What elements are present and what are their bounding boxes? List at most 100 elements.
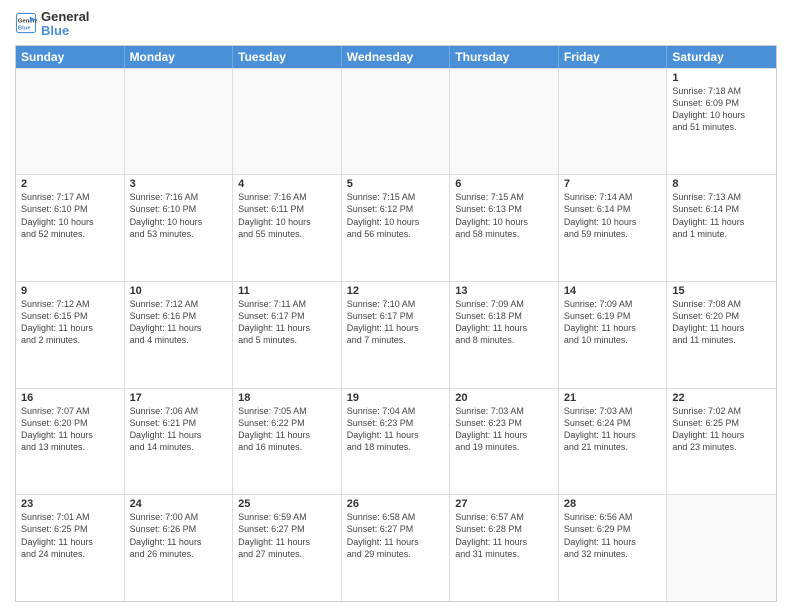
calendar-cell-empty xyxy=(125,69,234,175)
calendar-row-3: 16Sunrise: 7:07 AM Sunset: 6:20 PM Dayli… xyxy=(16,388,776,495)
calendar-cell-day-21: 21Sunrise: 7:03 AM Sunset: 6:24 PM Dayli… xyxy=(559,389,668,495)
day-number: 23 xyxy=(21,498,119,510)
day-number: 9 xyxy=(21,285,119,297)
calendar-cell-empty xyxy=(233,69,342,175)
calendar-cell-day-24: 24Sunrise: 7:00 AM Sunset: 6:26 PM Dayli… xyxy=(125,495,234,601)
day-number: 24 xyxy=(130,498,228,510)
header: General Blue General Blue xyxy=(15,10,777,39)
calendar-cell-day-1: 1Sunrise: 7:18 AM Sunset: 6:09 PM Daylig… xyxy=(667,69,776,175)
calendar-cell-day-23: 23Sunrise: 7:01 AM Sunset: 6:25 PM Dayli… xyxy=(16,495,125,601)
day-info: Sunrise: 7:12 AM Sunset: 6:16 PM Dayligh… xyxy=(130,298,228,347)
calendar-cell-day-12: 12Sunrise: 7:10 AM Sunset: 6:17 PM Dayli… xyxy=(342,282,451,388)
day-number: 25 xyxy=(238,498,336,510)
day-number: 18 xyxy=(238,392,336,404)
day-info: Sunrise: 7:02 AM Sunset: 6:25 PM Dayligh… xyxy=(672,405,771,454)
weekday-header-monday: Monday xyxy=(125,46,234,68)
calendar-cell-day-20: 20Sunrise: 7:03 AM Sunset: 6:23 PM Dayli… xyxy=(450,389,559,495)
day-info: Sunrise: 7:09 AM Sunset: 6:19 PM Dayligh… xyxy=(564,298,662,347)
logo-text-blue: Blue xyxy=(41,24,89,38)
weekday-header-saturday: Saturday xyxy=(667,46,776,68)
day-info: Sunrise: 7:11 AM Sunset: 6:17 PM Dayligh… xyxy=(238,298,336,347)
day-number: 5 xyxy=(347,178,445,190)
day-number: 11 xyxy=(238,285,336,297)
day-info: Sunrise: 7:03 AM Sunset: 6:24 PM Dayligh… xyxy=(564,405,662,454)
calendar-cell-day-28: 28Sunrise: 6:56 AM Sunset: 6:29 PM Dayli… xyxy=(559,495,668,601)
day-number: 14 xyxy=(564,285,662,297)
day-info: Sunrise: 7:08 AM Sunset: 6:20 PM Dayligh… xyxy=(672,298,771,347)
calendar-cell-day-15: 15Sunrise: 7:08 AM Sunset: 6:20 PM Dayli… xyxy=(667,282,776,388)
day-info: Sunrise: 7:16 AM Sunset: 6:11 PM Dayligh… xyxy=(238,191,336,240)
calendar-cell-empty xyxy=(342,69,451,175)
day-info: Sunrise: 7:15 AM Sunset: 6:12 PM Dayligh… xyxy=(347,191,445,240)
logo-text-general: General xyxy=(41,10,89,24)
calendar-row-4: 23Sunrise: 7:01 AM Sunset: 6:25 PM Dayli… xyxy=(16,494,776,601)
day-info: Sunrise: 6:57 AM Sunset: 6:28 PM Dayligh… xyxy=(455,511,553,560)
calendar-cell-day-7: 7Sunrise: 7:14 AM Sunset: 6:14 PM Daylig… xyxy=(559,175,668,281)
day-number: 6 xyxy=(455,178,553,190)
calendar-cell-day-17: 17Sunrise: 7:06 AM Sunset: 6:21 PM Dayli… xyxy=(125,389,234,495)
day-number: 2 xyxy=(21,178,119,190)
day-info: Sunrise: 6:58 AM Sunset: 6:27 PM Dayligh… xyxy=(347,511,445,560)
day-number: 21 xyxy=(564,392,662,404)
day-info: Sunrise: 7:18 AM Sunset: 6:09 PM Dayligh… xyxy=(672,85,771,134)
calendar-cell-day-5: 5Sunrise: 7:15 AM Sunset: 6:12 PM Daylig… xyxy=(342,175,451,281)
weekday-header-sunday: Sunday xyxy=(16,46,125,68)
calendar-cell-empty xyxy=(559,69,668,175)
day-info: Sunrise: 7:03 AM Sunset: 6:23 PM Dayligh… xyxy=(455,405,553,454)
day-info: Sunrise: 7:16 AM Sunset: 6:10 PM Dayligh… xyxy=(130,191,228,240)
day-number: 4 xyxy=(238,178,336,190)
day-info: Sunrise: 7:01 AM Sunset: 6:25 PM Dayligh… xyxy=(21,511,119,560)
day-number: 20 xyxy=(455,392,553,404)
calendar-cell-day-10: 10Sunrise: 7:12 AM Sunset: 6:16 PM Dayli… xyxy=(125,282,234,388)
day-info: Sunrise: 7:04 AM Sunset: 6:23 PM Dayligh… xyxy=(347,405,445,454)
day-number: 8 xyxy=(672,178,771,190)
calendar-cell-day-4: 4Sunrise: 7:16 AM Sunset: 6:11 PM Daylig… xyxy=(233,175,342,281)
calendar: SundayMondayTuesdayWednesdayThursdayFrid… xyxy=(15,45,777,602)
weekday-header-wednesday: Wednesday xyxy=(342,46,451,68)
calendar-cell-day-22: 22Sunrise: 7:02 AM Sunset: 6:25 PM Dayli… xyxy=(667,389,776,495)
calendar-cell-day-18: 18Sunrise: 7:05 AM Sunset: 6:22 PM Dayli… xyxy=(233,389,342,495)
day-info: Sunrise: 7:13 AM Sunset: 6:14 PM Dayligh… xyxy=(672,191,771,240)
day-number: 3 xyxy=(130,178,228,190)
day-number: 7 xyxy=(564,178,662,190)
calendar-cell-day-14: 14Sunrise: 7:09 AM Sunset: 6:19 PM Dayli… xyxy=(559,282,668,388)
day-info: Sunrise: 7:15 AM Sunset: 6:13 PM Dayligh… xyxy=(455,191,553,240)
day-info: Sunrise: 7:10 AM Sunset: 6:17 PM Dayligh… xyxy=(347,298,445,347)
calendar-cell-day-8: 8Sunrise: 7:13 AM Sunset: 6:14 PM Daylig… xyxy=(667,175,776,281)
calendar-cell-day-2: 2Sunrise: 7:17 AM Sunset: 6:10 PM Daylig… xyxy=(16,175,125,281)
logo-icon: General Blue xyxy=(15,12,37,34)
day-number: 27 xyxy=(455,498,553,510)
day-info: Sunrise: 7:12 AM Sunset: 6:15 PM Dayligh… xyxy=(21,298,119,347)
day-number: 13 xyxy=(455,285,553,297)
calendar-row-1: 2Sunrise: 7:17 AM Sunset: 6:10 PM Daylig… xyxy=(16,174,776,281)
weekday-header-thursday: Thursday xyxy=(450,46,559,68)
calendar-row-0: 1Sunrise: 7:18 AM Sunset: 6:09 PM Daylig… xyxy=(16,68,776,175)
weekday-header-tuesday: Tuesday xyxy=(233,46,342,68)
day-number: 16 xyxy=(21,392,119,404)
calendar-cell-day-13: 13Sunrise: 7:09 AM Sunset: 6:18 PM Dayli… xyxy=(450,282,559,388)
day-info: Sunrise: 7:00 AM Sunset: 6:26 PM Dayligh… xyxy=(130,511,228,560)
day-info: Sunrise: 7:14 AM Sunset: 6:14 PM Dayligh… xyxy=(564,191,662,240)
weekday-header-friday: Friday xyxy=(559,46,668,68)
day-info: Sunrise: 6:59 AM Sunset: 6:27 PM Dayligh… xyxy=(238,511,336,560)
day-number: 12 xyxy=(347,285,445,297)
day-number: 1 xyxy=(672,72,771,84)
day-info: Sunrise: 6:56 AM Sunset: 6:29 PM Dayligh… xyxy=(564,511,662,560)
calendar-body: 1Sunrise: 7:18 AM Sunset: 6:09 PM Daylig… xyxy=(16,68,776,601)
day-number: 26 xyxy=(347,498,445,510)
calendar-cell-day-25: 25Sunrise: 6:59 AM Sunset: 6:27 PM Dayli… xyxy=(233,495,342,601)
day-number: 17 xyxy=(130,392,228,404)
calendar-cell-day-19: 19Sunrise: 7:04 AM Sunset: 6:23 PM Dayli… xyxy=(342,389,451,495)
calendar-cell-day-6: 6Sunrise: 7:15 AM Sunset: 6:13 PM Daylig… xyxy=(450,175,559,281)
day-number: 19 xyxy=(347,392,445,404)
logo: General Blue General Blue xyxy=(15,10,89,39)
day-info: Sunrise: 7:07 AM Sunset: 6:20 PM Dayligh… xyxy=(21,405,119,454)
calendar-cell-empty xyxy=(450,69,559,175)
calendar-row-2: 9Sunrise: 7:12 AM Sunset: 6:15 PM Daylig… xyxy=(16,281,776,388)
calendar-cell-empty xyxy=(667,495,776,601)
calendar-cell-day-27: 27Sunrise: 6:57 AM Sunset: 6:28 PM Dayli… xyxy=(450,495,559,601)
calendar-cell-day-26: 26Sunrise: 6:58 AM Sunset: 6:27 PM Dayli… xyxy=(342,495,451,601)
page: General Blue General Blue SundayMondayTu… xyxy=(0,0,792,612)
day-info: Sunrise: 7:17 AM Sunset: 6:10 PM Dayligh… xyxy=(21,191,119,240)
day-number: 10 xyxy=(130,285,228,297)
